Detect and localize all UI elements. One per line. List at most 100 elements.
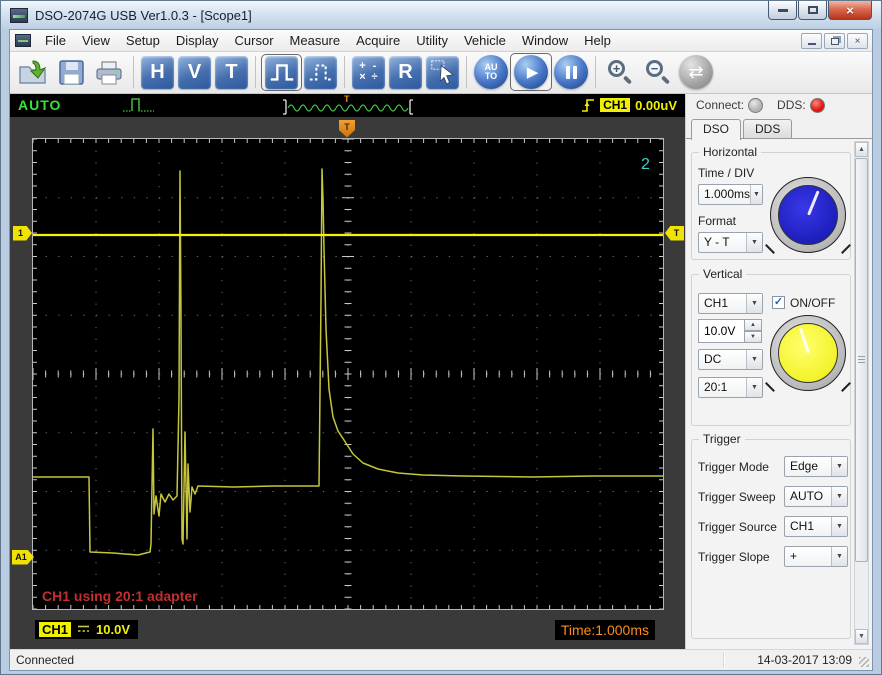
pause-icon: [565, 65, 577, 79]
chevron-down-icon[interactable]: ▼: [831, 486, 847, 506]
vertical-button[interactable]: V: [178, 55, 211, 89]
panel-scrollbar[interactable]: ▲ ▼: [854, 140, 869, 645]
menu-item-file[interactable]: File: [37, 31, 74, 50]
pulse-persist-button[interactable]: [304, 55, 337, 89]
preview-trigger-marker: T: [344, 93, 350, 104]
chevron-down-icon[interactable]: ▼: [746, 349, 762, 369]
toolbar-separator: [595, 56, 596, 88]
menu-item-window[interactable]: Window: [514, 31, 576, 50]
close-button[interactable]: ×: [828, 1, 872, 20]
trigger-position-marker[interactable]: T: [339, 119, 355, 138]
run-button[interactable]: ▶: [514, 55, 548, 89]
status-bar: Connected 14-03-2017 13:09: [10, 648, 872, 670]
channel-onoff[interactable]: ✓ ON/OFF: [772, 296, 835, 310]
mdi-minimize-button[interactable]: [801, 33, 822, 49]
scrollbar-thumb[interactable]: [855, 157, 868, 562]
chevron-down-icon[interactable]: ▼: [750, 184, 762, 204]
minimize-button[interactable]: [768, 1, 797, 20]
menu-item-setup[interactable]: Setup: [118, 31, 168, 50]
mdi-restore-button[interactable]: [824, 33, 845, 49]
connect-label: Connect:: [696, 98, 745, 112]
pause-button[interactable]: [554, 55, 588, 89]
open-button[interactable]: [14, 54, 52, 90]
horizontal-knob[interactable]: [770, 176, 846, 253]
chevron-down-icon[interactable]: ▼: [831, 516, 847, 536]
volts-div-value[interactable]: 10.0V: [698, 318, 745, 343]
channel-readout: CH1 10.0V: [35, 619, 138, 639]
scroll-down-button[interactable]: ▼: [855, 628, 868, 644]
scope-grid[interactable]: 2 CH1 using 20:1 adapter: [32, 137, 664, 610]
toolbar-separator: [133, 56, 134, 88]
trigger-sweep-select[interactable]: AUTO ▼: [784, 485, 848, 507]
zoom-out-button[interactable]: −: [639, 54, 677, 90]
toolbar-separator: [255, 56, 256, 88]
tab-dds[interactable]: DDS: [743, 118, 793, 138]
cursor-pointer-button[interactable]: [426, 55, 459, 89]
svg-text:CH1 using 20:1 adapter: CH1 using 20:1 adapter: [42, 588, 198, 604]
resize-grip-icon[interactable]: [859, 657, 869, 667]
chevron-down-icon[interactable]: ▼: [831, 546, 847, 566]
trigger-sweep-label: Trigger Sweep: [698, 489, 776, 504]
spin-up-icon[interactable]: ▲: [745, 318, 762, 331]
window-title: DSO-2074G USB Ver1.0.3 - [Scope1]: [35, 7, 252, 23]
menu-item-vehicle[interactable]: Vehicle: [456, 31, 514, 50]
format-label: Format: [698, 213, 737, 228]
volts-div-stepper[interactable]: 10.0V ▲ ▼: [698, 318, 762, 343]
svg-text:2: 2: [641, 156, 650, 173]
trigger-group: Trigger Trigger Mode Edge ▼ Trigger Swee…: [691, 431, 851, 639]
zoom-in-icon: +: [607, 59, 633, 85]
save-button[interactable]: [52, 54, 90, 90]
pulse-normal-selected-frame: [261, 53, 302, 91]
channel1-position-marker[interactable]: 1: [13, 225, 32, 241]
tab-dso[interactable]: DSO: [691, 118, 742, 140]
panel-tabs: DSO DDS: [686, 117, 872, 140]
probe-ratio-select[interactable]: 20:1 ▼: [698, 376, 763, 398]
chevron-down-icon[interactable]: ▼: [746, 232, 762, 252]
autoset-button[interactable]: AU TO: [474, 55, 508, 89]
dso-tab-content: Horizontal Time / DIV 1.000ms ▼ Format Y…: [686, 137, 872, 649]
trigger-source-select[interactable]: CH1 ▼: [784, 515, 848, 537]
mdi-child-icon: [15, 33, 31, 47]
math-button[interactable]: + - × ÷: [352, 55, 385, 89]
pulse-icon: [270, 64, 293, 81]
toolbar-separator: [466, 56, 467, 88]
channel-select[interactable]: CH1 ▼: [698, 292, 763, 314]
time-per-div-readout: Time:1.000ms: [554, 619, 655, 640]
waveform-preview-bar[interactable]: T: [282, 93, 414, 117]
printer-icon: [96, 61, 122, 84]
menu-item-display[interactable]: Display: [168, 31, 227, 50]
menu-item-cursor[interactable]: Cursor: [227, 31, 282, 50]
onoff-label: ON/OFF: [790, 295, 836, 310]
menu-item-acquire[interactable]: Acquire: [348, 31, 408, 50]
scroll-up-button[interactable]: ▲: [855, 141, 868, 157]
trigger-slope-select[interactable]: + ▼: [784, 545, 848, 567]
chevron-down-icon[interactable]: ▼: [746, 377, 762, 397]
checkbox-checked-icon[interactable]: ✓: [772, 296, 785, 309]
reference-button[interactable]: R: [389, 55, 422, 89]
print-button[interactable]: [90, 54, 128, 90]
trigger-button[interactable]: T: [215, 55, 248, 89]
coupling-select[interactable]: DC ▼: [698, 348, 763, 370]
menu-item-utility[interactable]: Utility: [408, 31, 456, 50]
menu-item-measure[interactable]: Measure: [282, 31, 349, 50]
maximize-button[interactable]: [798, 1, 827, 20]
menu-item-help[interactable]: Help: [576, 31, 619, 50]
vertical-knob[interactable]: [770, 314, 846, 391]
h-label: H: [150, 60, 165, 83]
trigger-level-marker[interactable]: T: [665, 225, 684, 241]
horizontal-button[interactable]: H: [141, 55, 174, 89]
math-a1-marker[interactable]: A1: [12, 549, 34, 565]
trigger-mode-label: Trigger Mode: [698, 459, 769, 474]
time-div-select[interactable]: 1.000ms ▼: [698, 183, 763, 205]
menu-item-view[interactable]: View: [74, 31, 118, 50]
spin-down-icon[interactable]: ▼: [745, 330, 762, 343]
vertical-group: Vertical CH1 ▼ ✓ ON/OFF 10.0V ▲ ▼ DC ▼ 2…: [691, 266, 851, 426]
pulse-normal-button[interactable]: [265, 55, 298, 89]
zoom-in-button[interactable]: +: [601, 54, 639, 90]
dc-coupling-icon: [78, 625, 90, 632]
chevron-down-icon[interactable]: ▼: [831, 456, 847, 476]
mdi-close-button[interactable]: ×: [847, 33, 868, 49]
format-select[interactable]: Y - T ▼: [698, 231, 763, 253]
chevron-down-icon[interactable]: ▼: [746, 293, 762, 313]
trigger-mode-select[interactable]: Edge ▼: [784, 455, 848, 477]
